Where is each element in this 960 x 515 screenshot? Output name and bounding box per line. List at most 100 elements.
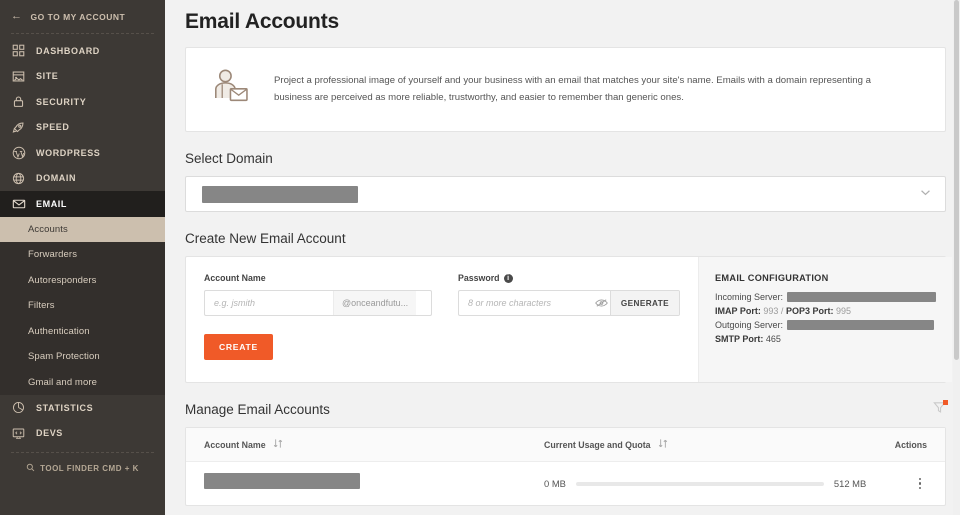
imap-port-value: 993 xyxy=(763,306,779,316)
table-header-row: Account Name Current Usage and Quota Act… xyxy=(186,428,945,462)
sort-usage-icon[interactable] xyxy=(658,438,668,451)
search-icon xyxy=(26,463,35,474)
sidebar-item-dashboard[interactable]: DASHBOARD xyxy=(0,38,165,64)
email-submenu: Accounts Forwarders Autoresponders Filte… xyxy=(0,216,165,396)
sidebar-item-site[interactable]: SITE xyxy=(0,64,165,90)
app-root: ← GO TO MY ACCOUNT DASHBOARD SITE SECURI… xyxy=(0,0,960,515)
code-monitor-icon xyxy=(11,426,26,441)
outgoing-server-value-redacted xyxy=(787,320,935,330)
wordpress-icon xyxy=(11,145,26,160)
incoming-server-value-redacted xyxy=(787,292,936,302)
quota-value: 512 MB xyxy=(833,478,867,489)
sidebar-item-devs[interactable]: DEVS xyxy=(0,421,165,447)
person-email-icon xyxy=(208,65,256,114)
sidebar-item-speed[interactable]: SPEED xyxy=(0,115,165,141)
info-icon[interactable]: i xyxy=(503,273,513,283)
create-account-title: Create New Email Account xyxy=(185,231,346,246)
select-domain-title: Select Domain xyxy=(185,151,273,166)
lock-icon xyxy=(11,94,26,109)
sidebar-subitem-label: Authentication xyxy=(28,325,90,337)
sidebar-subitem-label: Forwarders xyxy=(28,249,78,261)
back-arrow-icon: ← xyxy=(11,10,23,22)
chevron-down-icon xyxy=(920,189,931,199)
tool-finder-label: TOOL FINDER CMD + K xyxy=(40,464,139,473)
scrollbar-thumb[interactable] xyxy=(954,0,959,360)
sidebar-item-security[interactable]: SECURITY xyxy=(0,89,165,115)
usage-value: 0 MB xyxy=(544,478,566,489)
password-field: Password i GENERATE xyxy=(458,273,680,360)
filter-badge xyxy=(943,400,948,405)
account-name-redacted xyxy=(204,473,360,489)
go-to-my-account-label: GO TO MY ACCOUNT xyxy=(30,11,126,22)
account-name-field: Account Name @onceandfutu... xyxy=(204,273,432,316)
incoming-server-label: Incoming Server: xyxy=(715,292,784,302)
password-input-wrap[interactable]: GENERATE xyxy=(458,290,680,316)
pie-chart-icon xyxy=(11,400,26,415)
sidebar-item-label: WORDPRESS xyxy=(36,147,101,158)
page-scrollbar[interactable] xyxy=(953,0,960,515)
globe-icon xyxy=(11,171,26,186)
imap-pop3-row: IMAP Port: 993 / POP3 Port: 995 xyxy=(715,306,936,316)
kebab-menu-icon[interactable] xyxy=(913,474,928,494)
incoming-server-row: Incoming Server: xyxy=(715,292,936,302)
sidebar-subitem-forwarders[interactable]: Forwarders xyxy=(0,242,165,268)
grid-icon xyxy=(11,43,26,58)
password-label-text: Password xyxy=(458,273,500,283)
filter-icon[interactable] xyxy=(933,400,948,419)
tool-finder-button[interactable]: TOOL FINDER CMD + K xyxy=(0,453,165,474)
site-icon xyxy=(11,69,26,84)
sidebar-item-statistics[interactable]: STATISTICS xyxy=(0,395,165,421)
manage-accounts-title: Manage Email Accounts xyxy=(185,402,330,417)
smtp-port-value: 465 xyxy=(765,334,781,344)
sidebar-subitem-label: Gmail and more xyxy=(28,376,97,388)
account-name-input-wrap[interactable]: @onceandfutu... xyxy=(204,290,432,316)
smtp-port-row: SMTP Port: 465 xyxy=(715,334,936,344)
sidebar-item-label: SITE xyxy=(36,71,59,82)
account-name-input[interactable] xyxy=(205,291,333,315)
column-account-name: Account Name xyxy=(204,438,544,451)
outgoing-server-label: Outgoing Server: xyxy=(715,320,784,330)
cell-account-name xyxy=(204,473,544,494)
manage-accounts-header: Manage Email Accounts xyxy=(185,383,948,427)
table-row: 0 MB 512 MB xyxy=(186,462,945,505)
sidebar-item-label: SPEED xyxy=(36,122,70,133)
sidebar-subitem-autoresponders[interactable]: Autoresponders xyxy=(0,268,165,294)
create-account-card: Account Name @onceandfutu... CREATE Pass… xyxy=(185,256,952,383)
go-to-my-account-link[interactable]: ← GO TO MY ACCOUNT xyxy=(0,0,165,33)
account-name-label: Account Name xyxy=(204,273,266,283)
sidebar-divider-top xyxy=(11,33,154,34)
imap-port-label: IMAP Port: xyxy=(715,306,761,316)
password-label: Password i xyxy=(458,273,680,283)
main-content: Email Accounts Project a professional im… xyxy=(165,0,960,515)
sidebar-subitem-authentication[interactable]: Authentication xyxy=(0,319,165,345)
sidebar-item-label: SECURITY xyxy=(36,96,87,107)
sidebar-item-email[interactable]: EMAIL xyxy=(0,191,165,217)
sidebar-subitem-label: Autoresponders xyxy=(28,274,97,286)
sidebar-subitem-label: Filters xyxy=(28,300,55,312)
sidebar-subitem-label: Spam Protection xyxy=(28,351,100,363)
sidebar-subitem-spam-protection[interactable]: Spam Protection xyxy=(0,344,165,370)
generate-password-button[interactable]: GENERATE xyxy=(609,291,679,315)
create-account-form: Account Name @onceandfutu... CREATE Pass… xyxy=(186,257,698,382)
column-header-label: Current Usage and Quota xyxy=(544,439,651,450)
accounts-table: Account Name Current Usage and Quota Act… xyxy=(185,427,946,506)
rocket-icon xyxy=(11,120,26,135)
domain-select[interactable] xyxy=(185,176,946,212)
page-title: Email Accounts xyxy=(185,10,339,33)
sidebar-item-wordpress[interactable]: WORDPRESS xyxy=(0,140,165,166)
sidebar-item-domain[interactable]: DOMAIN xyxy=(0,166,165,192)
create-button[interactable]: CREATE xyxy=(204,334,273,360)
eye-icon[interactable] xyxy=(594,291,610,315)
sort-account-name-icon[interactable] xyxy=(273,438,283,451)
sidebar-item-label: DASHBOARD xyxy=(36,45,100,56)
password-input[interactable] xyxy=(459,291,594,315)
domain-suffix-label: @onceandfutu... xyxy=(333,291,417,315)
column-actions: Actions xyxy=(894,439,927,450)
email-configuration-title: EMAIL CONFIGURATION xyxy=(715,273,829,283)
pop3-port-value: 995 xyxy=(835,306,851,316)
sidebar-subitem-gmail-and-more[interactable]: Gmail and more xyxy=(0,370,165,396)
smtp-port-label: SMTP Port: xyxy=(715,334,764,344)
sidebar-subitem-accounts[interactable]: Accounts xyxy=(0,216,165,242)
column-usage-quota: Current Usage and Quota xyxy=(544,438,895,451)
sidebar-subitem-filters[interactable]: Filters xyxy=(0,293,165,319)
